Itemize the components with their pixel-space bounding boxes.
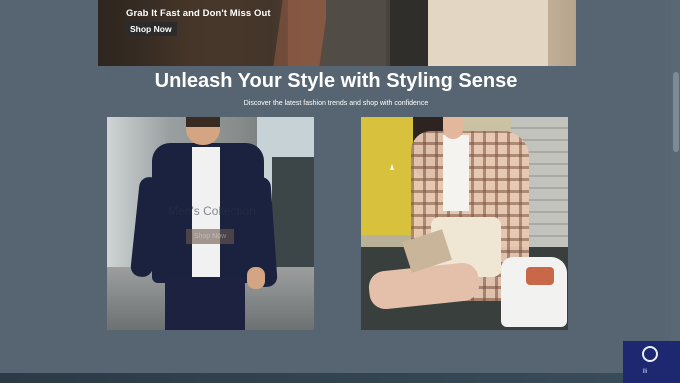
shopping-bag-logo bbox=[526, 267, 554, 285]
hero-image-coat bbox=[390, 0, 430, 66]
hero-right-margin bbox=[576, 0, 680, 66]
model-hair bbox=[186, 117, 220, 127]
background-window bbox=[272, 157, 314, 277]
hero-image-coat bbox=[428, 0, 548, 66]
circle-logo-icon bbox=[642, 346, 658, 362]
corner-widget-mark: lli bbox=[643, 369, 647, 375]
taskbar bbox=[0, 373, 680, 383]
mens-collection-card[interactable]: Men's Collection Shop Now bbox=[107, 117, 314, 330]
shop-now-button[interactable]: Shop Now bbox=[125, 22, 177, 36]
model-top bbox=[443, 135, 469, 211]
scrollbar-thumb[interactable] bbox=[673, 72, 679, 152]
section-subline: Discover the latest fashion trends and s… bbox=[243, 100, 429, 107]
page-scrollbar[interactable] bbox=[671, 0, 680, 373]
card-shop-now-button[interactable]: Shop Now bbox=[186, 229, 234, 244]
background-door bbox=[361, 117, 417, 235]
mouse-cursor-icon bbox=[390, 164, 394, 170]
hero-tagline: Grab It Fast and Don't Miss Out bbox=[126, 8, 271, 19]
hero-banner: Grab It Fast and Don't Miss Out Shop Now bbox=[98, 0, 576, 66]
model-pants bbox=[165, 277, 245, 330]
model-face bbox=[443, 117, 463, 139]
card-overlay-title: Men's Collection bbox=[168, 204, 256, 218]
hero-image-coat bbox=[326, 0, 386, 66]
section-headline: Unleash Your Style with Styling Sense bbox=[154, 70, 518, 92]
model-hand bbox=[247, 267, 265, 289]
womens-collection-card[interactable] bbox=[361, 117, 568, 330]
